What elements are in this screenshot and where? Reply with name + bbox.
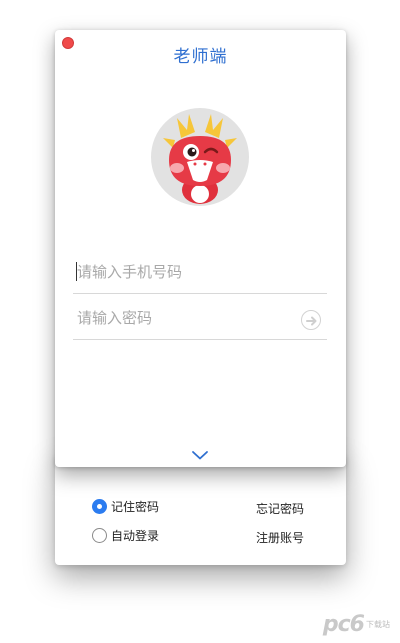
site-watermark: pc6 下载站: [323, 612, 390, 637]
arrow-right-icon: [306, 316, 317, 326]
chevron-down-icon[interactable]: [191, 446, 209, 460]
login-window: 老师端: [55, 30, 346, 467]
app-stage: 记住密码 自动登录 忘记密码 注册账号 老师端 请输入手机号码 pc6 下载站: [0, 0, 400, 643]
register-account-link[interactable]: 注册账号: [256, 529, 304, 546]
radio-checked-icon[interactable]: [92, 499, 107, 514]
password-field: [73, 294, 327, 340]
radio-unchecked-icon[interactable]: [92, 528, 107, 543]
forgot-password-link[interactable]: 忘记密码: [256, 500, 304, 517]
options-panel: 记住密码 自动登录 忘记密码 注册账号: [55, 455, 346, 565]
remember-password-option[interactable]: 记住密码: [92, 498, 159, 515]
login-submit-button[interactable]: [301, 310, 321, 330]
phone-field: [73, 248, 327, 294]
window-title: 老师端: [173, 47, 228, 67]
dragon-avatar: [151, 108, 249, 206]
phone-input[interactable]: [77, 260, 297, 284]
auto-login-label: 自动登录: [111, 529, 160, 543]
auto-login-option[interactable]: 自动登录: [92, 527, 159, 544]
watermark-logo: pc6: [322, 612, 365, 637]
watermark-subtext: 下载站: [366, 619, 390, 629]
remember-password-label: 记住密码: [111, 500, 160, 514]
password-input[interactable]: [77, 306, 297, 330]
